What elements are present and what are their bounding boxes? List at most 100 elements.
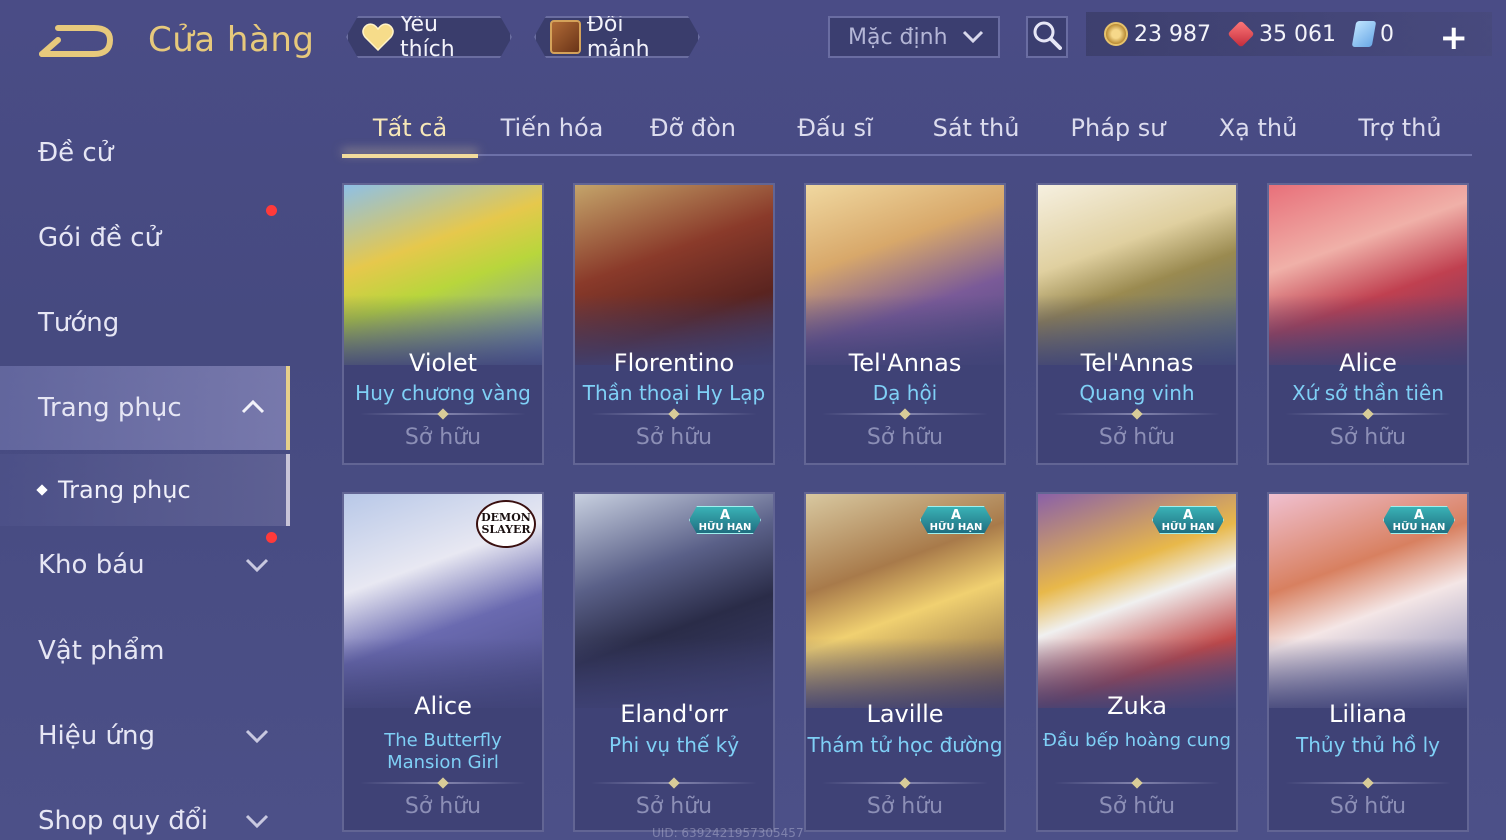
divider (591, 413, 757, 415)
hero-name: Florentino (613, 349, 735, 377)
sidebar-item-label: Kho báu (38, 550, 145, 580)
tab-label: Sát thủ (932, 114, 1020, 142)
divider (1054, 782, 1220, 784)
sort-dropdown[interactable]: Mặc định (828, 16, 1000, 58)
diamond-bullet-icon (36, 484, 48, 496)
voucher-icon (1351, 21, 1377, 47)
tab-tank[interactable]: Đỡ đòn (625, 100, 761, 156)
back-arrow-icon[interactable] (36, 22, 116, 62)
currency-bar: 23 987 35 061 0 + (1086, 12, 1492, 58)
sidebar-item-effects[interactable]: Hiệu ứng (0, 701, 290, 771)
tab-mage[interactable]: Pháp sư (1050, 100, 1186, 156)
page-title: Cửa hàng (148, 20, 315, 60)
owned-status: Sở hữu (635, 794, 713, 819)
notification-dot (266, 205, 277, 216)
skin-name: Thủy thủ hồ ly (1296, 733, 1440, 757)
search-icon (1032, 20, 1062, 54)
sort-selected-value: Mặc định (848, 24, 948, 50)
tab-fighter[interactable]: Đấu sĩ (767, 100, 903, 156)
hero-name: Tel'Annas (848, 349, 962, 377)
chevron-down-icon (244, 808, 270, 834)
hero-name: Alice (1339, 349, 1397, 377)
sidebar-item-treasure[interactable]: Kho báu (0, 530, 290, 600)
tab-support[interactable]: Trợ thủ (1332, 100, 1468, 156)
tab-label: Đấu sĩ (797, 114, 873, 142)
divider (360, 782, 526, 784)
hero-name: Liliana (1329, 700, 1407, 728)
gem-currency: 35 061 (1227, 20, 1336, 48)
skin-name: Huy chương vàng (355, 381, 531, 405)
sidebar-item-recommended-packs[interactable]: Gói đề cử (0, 203, 290, 273)
limited-badge: A HỮU HẠN (1152, 506, 1224, 534)
sidebar-item-label: Tướng (38, 308, 120, 338)
gold-coin-icon (1104, 22, 1128, 46)
limited-badge: A HỮU HẠN (689, 506, 761, 534)
sidebar-item-items[interactable]: Vật phẩm (0, 616, 290, 686)
skin-card[interactable]: Alice Xứ sở thần tiên Sở hữu (1267, 183, 1469, 465)
sidebar-item-label: Hiệu ứng (38, 721, 155, 751)
skin-name: Phi vụ thế kỷ (608, 733, 740, 757)
search-button[interactable] (1026, 16, 1068, 58)
skin-card[interactable]: Florentino Thần thoại Hy Lạp Sở hữu (573, 183, 775, 465)
role-tabs: Tất cả Tiến hóa Đỡ đòn Đấu sĩ Sát thủ Ph… (342, 100, 1472, 158)
skin-card[interactable]: A HỮU HẠN Laville Thám tử học đường Sở hữ… (804, 492, 1006, 832)
add-currency-button[interactable]: + (1440, 18, 1469, 58)
hero-name: Tel'Annas (1080, 349, 1194, 377)
hero-name: Zuka (1107, 692, 1167, 720)
sidebar-item-skins[interactable]: Trang phục (0, 366, 290, 450)
sidebar-subitem-skins[interactable]: Trang phục (0, 454, 290, 526)
sidebar-item-label: Trang phục (38, 393, 182, 423)
owned-status: Sở hữu (404, 425, 482, 450)
notification-dot (266, 532, 277, 543)
divider (1285, 782, 1451, 784)
limited-badge: A HỮU HẠN (1383, 506, 1455, 534)
chevron-up-icon (240, 394, 266, 420)
skin-card[interactable]: A HỮU HẠN Eland'orr Phi vụ thế kỷ Sở hữu (573, 492, 775, 832)
skin-name: Dạ hội (872, 381, 938, 405)
skin-card[interactable]: Tel'Annas Quang vinh Sở hữu (1036, 183, 1238, 465)
tab-label: Tiến hóa (500, 114, 604, 142)
sidebar-item-heroes[interactable]: Tướng (0, 288, 290, 358)
top-bar: Cửa hàng Yêu thích Đổi mảnh Mặc định 23 … (0, 0, 1506, 80)
chevron-down-icon (244, 723, 270, 749)
sidebar-item-recommended[interactable]: Đề cử (0, 118, 290, 188)
tab-evolution[interactable]: Tiến hóa (484, 100, 620, 156)
skin-name: The Butterfly Mansion Girl (384, 730, 502, 773)
skin-name: Xứ sở thần tiên (1292, 381, 1444, 405)
chest-icon (550, 20, 581, 54)
owned-status: Sở hữu (404, 794, 482, 819)
skin-card[interactable]: A HỮU HẠN Zuka Đầu bếp hoàng cung Sở hữu (1036, 492, 1238, 832)
tab-label: Đỡ đòn (649, 114, 737, 142)
sidebar-item-label: Shop quy đổi (38, 806, 208, 836)
gold-amount: 23 987 (1134, 21, 1211, 47)
gem-amount: 35 061 (1258, 21, 1336, 47)
tab-label: Tất cả (372, 114, 448, 142)
tab-all[interactable]: Tất cả (342, 100, 478, 158)
owned-status: Sở hữu (866, 425, 944, 450)
skin-card[interactable]: Violet Huy chương vàng Sở hữu (342, 183, 544, 465)
tab-marksman[interactable]: Xạ thủ (1190, 100, 1326, 156)
favorites-button[interactable]: Yêu thích (346, 16, 512, 58)
divider (1285, 413, 1451, 415)
skin-card[interactable]: Tel'Annas Dạ hội Sở hữu (804, 183, 1006, 465)
skin-card[interactable]: A HỮU HẠN Liliana Thủy thủ hồ ly Sở hữu (1267, 492, 1469, 832)
tab-label: Xạ thủ (1218, 114, 1298, 142)
chevron-down-icon (244, 552, 270, 578)
sidebar-item-label: Gói đề cử (38, 223, 162, 253)
favorites-label: Yêu thích (400, 12, 455, 62)
hero-name: Laville (866, 700, 944, 728)
limited-badge: A HỮU HẠN (920, 506, 992, 534)
sidebar-item-label: Đề cử (38, 138, 114, 168)
owned-status: Sở hữu (635, 425, 713, 450)
shard-exchange-button[interactable]: Đổi mảnh (534, 16, 700, 58)
sidebar-item-exchange-shop[interactable]: Shop quy đổi (0, 786, 290, 840)
sidebar-subitem-label: Trang phục (58, 476, 191, 504)
hero-name: Violet (408, 349, 478, 377)
tab-assassin[interactable]: Sát thủ (908, 100, 1044, 156)
skin-card[interactable]: DEMON SLAYER Alice The Butterfly Mansion… (342, 492, 544, 832)
sidebar-item-label: Vật phẩm (38, 636, 165, 666)
voucher-amount: 0 (1379, 21, 1394, 47)
sidebar: Đề cử Gói đề cử Tướng Trang phục Trang p… (0, 100, 290, 840)
divider (822, 413, 988, 415)
chevron-down-icon (962, 25, 984, 50)
